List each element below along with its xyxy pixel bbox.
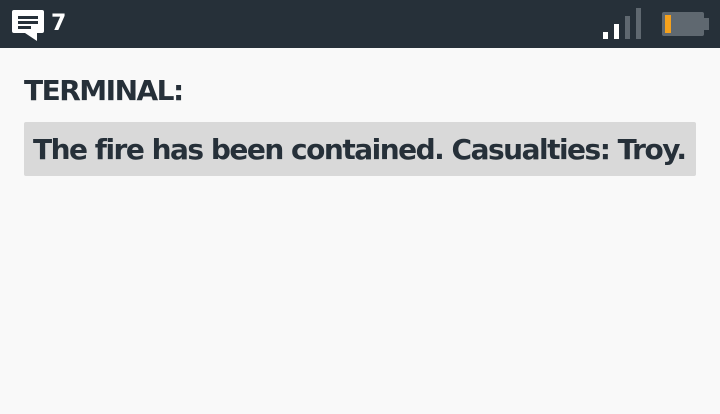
terminal-message-box: The fire has been contained. Casualties:… (24, 122, 696, 176)
message-count: 7 (51, 11, 67, 36)
chat-bubble-icon[interactable] (11, 8, 45, 42)
battery-icon (662, 12, 709, 36)
signal-bars-icon (603, 8, 641, 39)
terminal-panel: TERMINAL: The fire has been contained. C… (24, 70, 696, 176)
status-bar: 7 (0, 0, 720, 48)
terminal-label: TERMINAL: (24, 74, 184, 107)
terminal-message: The fire has been contained. Casualties:… (33, 133, 687, 166)
